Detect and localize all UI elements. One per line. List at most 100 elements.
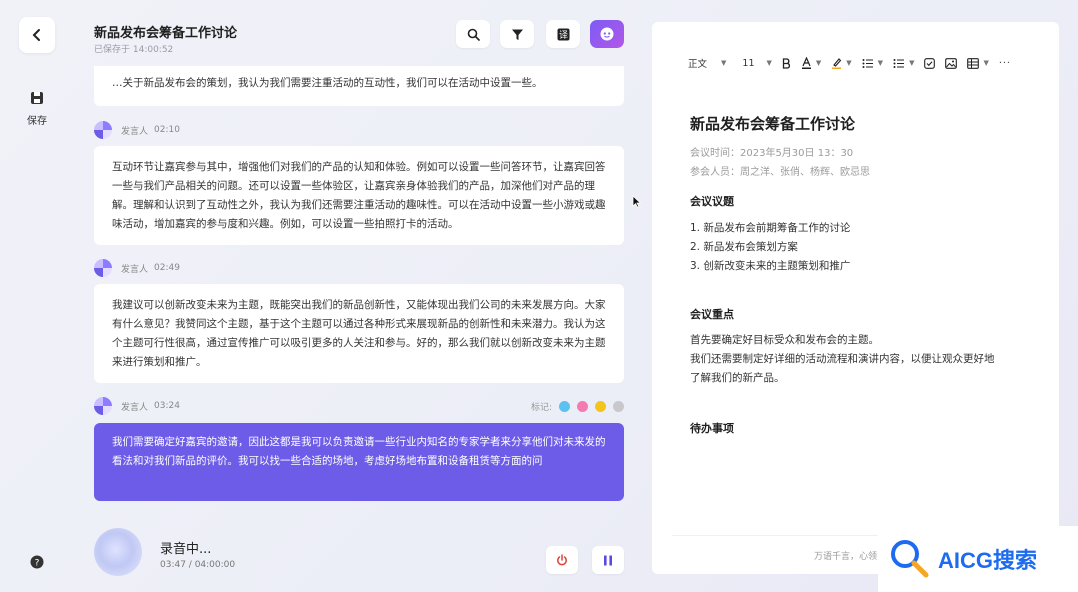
chevron-down-icon: ▼ [983, 59, 989, 67]
bold-icon [782, 57, 790, 69]
search-icon [467, 28, 480, 41]
section-heading: 会议重点 [690, 308, 734, 321]
image-icon [945, 57, 958, 69]
font-size-select[interactable]: 11 ▼ [742, 58, 771, 69]
power-icon [557, 554, 567, 566]
chevron-left-icon [32, 29, 40, 41]
chevron-down-icon: ▼ [877, 59, 884, 67]
more-icon: ··· [998, 57, 1011, 69]
filter-icon [511, 29, 523, 40]
search-button[interactable] [456, 20, 490, 48]
filter-button[interactable] [500, 20, 534, 48]
pause-icon [604, 555, 612, 565]
speaker-name: 发言人 [121, 126, 149, 137]
help-icon[interactable]: ? [30, 555, 44, 569]
transcript-list[interactable]: …关于新品发布会的策划，我认为我们需要注重活动的互动性，我们可以在活动中设置一些… [94, 66, 624, 516]
list-item: 3. 创新改变未来的主题策划和推广 [690, 260, 851, 272]
transcript-text: 互动环节让嘉宾参与其中，增强他们对我们的产品的认知和体验。例如可以设置一些问答环… [112, 161, 606, 230]
ordered-list-button[interactable]: ▼ [862, 58, 883, 69]
speaker-name: 发言人 [121, 264, 149, 275]
mark-yellow-icon[interactable] [595, 401, 606, 412]
mark-blue-icon[interactable] [559, 401, 570, 412]
watermark-text: AICG搜索 [938, 548, 1038, 573]
insert-table-button[interactable]: ▼ [967, 57, 989, 69]
highlight-icon [832, 58, 842, 69]
save-icon [31, 92, 43, 104]
speaker-name: 发言人 [121, 402, 149, 413]
transcript-text: 我们需要确定好嘉宾的邀请，因此这都是我可以负责邀请一些行业内知名的专家学者来分享… [112, 436, 606, 467]
meeting-time: 会议时间：2023年5月30日 13：30 [690, 148, 854, 159]
transcript-card: …关于新品发布会的策划，我认为我们需要注重活动的互动性，我们可以在活动中设置一些… [94, 66, 624, 106]
watermark: AICG搜索 [878, 526, 1078, 592]
font-size-value: 11 [742, 57, 755, 69]
speaker-time[interactable]: 03:24 [154, 401, 180, 411]
checkbox-icon [924, 57, 936, 69]
insert-image-button[interactable] [945, 57, 958, 69]
transcript-text: 我建议可以创新改变未来为主题，既能突出我们的新品创新性，又能体现出我们公司的未来… [112, 299, 606, 368]
bullet-list-icon [893, 58, 905, 68]
mouse-cursor-icon [632, 195, 641, 208]
svg-text:?: ? [35, 559, 40, 569]
speaker-time[interactable]: 02:10 [154, 125, 180, 135]
save-button[interactable]: 保存 [16, 90, 58, 127]
avatar [94, 121, 112, 139]
mark-gray-icon[interactable] [613, 401, 624, 412]
paragraph-line: 我们还需要制定好详细的活动流程和演讲内容，以便让观众更好地 [690, 353, 995, 365]
editor-footer: 万语千言，心领 [814, 552, 878, 562]
back-button[interactable] [19, 17, 55, 53]
recording-orb [94, 528, 142, 576]
chevron-down-icon: ▼ [766, 59, 772, 67]
translate-icon: 译 [557, 28, 569, 41]
bullet-list-button[interactable]: ▼ [893, 58, 914, 69]
bold-button[interactable] [782, 57, 791, 69]
transcript-card-active: 我们需要确定好嘉宾的邀请，因此这都是我可以负责邀请一些行业内知名的专家学者来分享… [94, 423, 624, 501]
speaker-row: 发言人 03:24 标记: [94, 397, 624, 415]
chevron-down-icon: ▼ [909, 59, 915, 67]
table-icon [967, 57, 980, 69]
pause-button[interactable] [592, 546, 624, 574]
paragraph-line: 了解我们的新产品。 [690, 372, 785, 384]
ai-assistant-icon [600, 27, 614, 41]
ordered-list-icon [862, 58, 873, 68]
font-color-button[interactable]: ▼ [801, 57, 821, 69]
stop-recording-button[interactable] [546, 546, 578, 574]
transcript-text: …关于新品发布会的策划，我认为我们需要注重活动的互动性，我们可以在活动中设置一些… [112, 77, 543, 89]
left-rail: 保存 ? [0, 0, 72, 592]
notes-editor[interactable]: 正文 ▼ 11 ▼ ▼ ▼ ▼ ▼ ▼ ··· 新品发布会筹备工作讨论 会议时间：2… [652, 22, 1059, 574]
document-title: 新品发布会筹备工作讨论 [690, 115, 856, 133]
save-label: 保存 [27, 116, 47, 127]
checklist-button[interactable] [924, 57, 936, 69]
attendees: 参会人员：周之洋、张俏、杨辉、欧忌思 [690, 167, 870, 178]
translate-button[interactable]: 译 [546, 20, 580, 48]
mark-label: 标记: [530, 403, 552, 413]
transcript-card: 我建议可以创新改变未来为主题，既能突出我们的新品创新性，又能体现出我们公司的未来… [94, 284, 624, 383]
chevron-down-icon: ▼ [815, 59, 822, 67]
page-title: 新品发布会筹备工作讨论 [94, 26, 238, 41]
ai-assistant-button[interactable] [590, 20, 624, 48]
speaker-row: 发言人 02:10 [94, 121, 624, 139]
mark-options: 标记: [531, 400, 624, 413]
speaker-row: 发言人 02:49 [94, 259, 624, 277]
recording-time: 03:47 / 04:00:00 [160, 560, 236, 570]
topics-list: 1. 新品发布会前期筹备工作的讨论 2. 新品发布会策划方案 3. 创新改变未来… [690, 219, 850, 276]
font-color-icon [801, 57, 811, 69]
svg-text:译: 译 [558, 30, 567, 41]
more-button[interactable]: ··· [999, 58, 1011, 69]
paragraph-line: 首先要确定好目标受众和发布会的主题。 [690, 334, 879, 346]
avatar [94, 259, 112, 277]
avatar [94, 397, 112, 415]
highlight-button[interactable]: ▼ [831, 57, 852, 69]
mark-pink-icon[interactable] [577, 401, 588, 412]
transcript-card: 互动环节让嘉宾参与其中，增强他们对我们的产品的认知和体验。例如可以设置一些问答环… [94, 146, 624, 245]
magnifier-logo-icon [891, 540, 929, 578]
list-item: 2. 新品发布会策划方案 [690, 241, 798, 253]
editor-toolbar: 正文 ▼ 11 ▼ ▼ ▼ ▼ ▼ ▼ ··· [688, 56, 1021, 70]
chevron-down-icon: ▼ [721, 59, 727, 67]
chevron-down-icon: ▼ [846, 59, 852, 67]
section-heading: 会议议题 [690, 195, 734, 208]
list-item: 1. 新品发布会前期筹备工作的讨论 [690, 222, 851, 234]
text-style-select[interactable]: 正文 ▼ [688, 56, 726, 70]
focus-paragraph: 首先要确定好目标受众和发布会的主题。 我们还需要制定好详细的活动流程和演讲内容，… [690, 331, 1030, 388]
text-style-value: 正文 [688, 59, 708, 70]
speaker-time[interactable]: 02:49 [154, 263, 180, 273]
